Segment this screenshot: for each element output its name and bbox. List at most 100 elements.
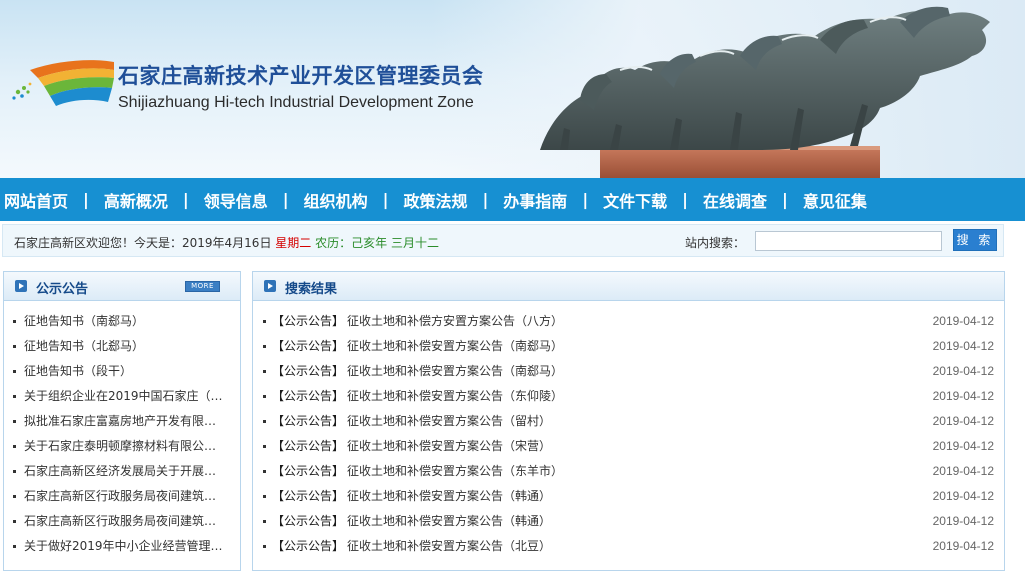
result-category: 【公示公告】 xyxy=(272,314,345,328)
result-row[interactable]: 【公示公告】 征收土地和补偿安置方案公告（韩通） 2019-04-12 xyxy=(253,513,1004,538)
bullet-icon xyxy=(13,495,16,498)
nav-separator: | xyxy=(682,190,689,209)
search-results-panel: 搜索结果 【公示公告】 征收土地和补偿方安置方案公告（八方） 2019-04-12 … xyxy=(252,271,1005,571)
site-subtitle: Shijiazhuang Hi-tech Industrial Developm… xyxy=(118,94,474,111)
list-item[interactable]: 征地告知书（南郄马） xyxy=(4,313,230,338)
lunar-date: 己亥年 三月十二 xyxy=(351,236,439,250)
site-title: 石家庄高新技术产业开发区管理委员会 xyxy=(118,64,484,88)
bullet-icon xyxy=(263,320,266,323)
nav-overview[interactable]: 高新概况 xyxy=(104,188,168,212)
result-row[interactable]: 【公示公告】 征收土地和补偿方安置方案公告（八方） 2019-04-12 xyxy=(253,313,1004,338)
list-item[interactable]: 石家庄高新区经济发展局关于开展… xyxy=(4,463,230,488)
list-item-label: 拟批准石家庄富嘉房地产开发有限… xyxy=(24,414,217,428)
nav-separator: | xyxy=(282,190,289,209)
result-title: 征收土地和补偿安置方案公告（宋营） xyxy=(347,439,552,453)
bullet-icon xyxy=(13,320,16,323)
site-logo[interactable] xyxy=(8,56,116,112)
nav-feedback[interactable]: 意见征集 xyxy=(803,188,867,212)
more-button[interactable]: MORE xyxy=(185,281,220,292)
list-item-label: 关于组织企业在2019中国石家庄（… xyxy=(24,389,223,403)
list-item[interactable]: 关于组织企业在2019中国石家庄（… xyxy=(4,388,230,413)
result-title: 征收土地和补偿安置方案公告（南郄马） xyxy=(347,339,564,353)
list-item[interactable]: 石家庄高新区行政服务局夜间建筑… xyxy=(4,513,230,538)
search-results-header: 搜索结果 xyxy=(253,272,1004,301)
result-category: 【公示公告】 xyxy=(272,389,345,403)
weekday-text: 星期二 xyxy=(275,236,312,250)
result-category: 【公示公告】 xyxy=(272,514,345,528)
result-category: 【公示公告】 xyxy=(272,489,345,503)
arrow-box-icon xyxy=(15,280,27,292)
list-item[interactable]: 关于做好2019年中小企业经营管理… xyxy=(4,538,230,563)
announcements-header: 公示公告 MORE xyxy=(4,272,240,301)
list-item[interactable]: 征地告知书（北郄马） xyxy=(4,338,230,363)
bullet-icon xyxy=(13,345,16,348)
announcements-list: 征地告知书（南郄马） 征地告知书（北郄马） 征地告知书（段干） 关于组织企业在2… xyxy=(4,301,240,563)
site-search-label: 站内搜索： xyxy=(685,236,746,250)
result-category: 【公示公告】 xyxy=(272,364,345,378)
result-date: 2019-04-12 xyxy=(932,514,994,528)
result-row[interactable]: 【公示公告】 征收土地和补偿安置方案公告（留村） 2019-04-12 xyxy=(253,413,1004,438)
result-row[interactable]: 【公示公告】 征收土地和补偿安置方案公告（韩通） 2019-04-12 xyxy=(253,488,1004,513)
bullet-icon xyxy=(263,470,266,473)
result-row[interactable]: 【公示公告】 征收土地和补偿安置方案公告（宋营） 2019-04-12 xyxy=(253,438,1004,463)
bullet-icon xyxy=(263,370,266,373)
result-row[interactable]: 【公示公告】 征收土地和补偿安置方案公告（南郄马） 2019-04-12 xyxy=(253,363,1004,388)
list-item-label: 征地告知书（段干） xyxy=(24,364,133,378)
bullet-icon xyxy=(263,420,266,423)
lunar-label: 农历： xyxy=(315,236,352,250)
site-search-input[interactable] xyxy=(755,231,942,251)
list-item-label: 石家庄高新区行政服务局夜间建筑… xyxy=(24,514,217,528)
list-item[interactable]: 征地告知书（段干） xyxy=(4,363,230,388)
nav-guide[interactable]: 办事指南 xyxy=(503,188,567,212)
bullet-icon xyxy=(13,395,16,398)
result-date: 2019-04-12 xyxy=(932,339,994,353)
result-category: 【公示公告】 xyxy=(272,339,345,353)
list-item-label: 征地告知书（北郄马） xyxy=(24,339,145,353)
bullet-icon xyxy=(13,520,16,523)
search-results-title: 搜索结果 xyxy=(285,282,338,297)
result-date: 2019-04-12 xyxy=(932,464,994,478)
date-text: 石家庄高新区欢迎您！今天是：2019年4月16日 xyxy=(14,236,272,250)
result-title: 征收土地和补偿安置方案公告（北豆） xyxy=(347,539,552,553)
list-item[interactable]: 关于石家庄泰明顿摩擦材料有限公… xyxy=(4,438,230,463)
list-item-label: 征地告知书（南郄马） xyxy=(24,314,145,328)
nav-survey[interactable]: 在线调查 xyxy=(703,188,767,212)
result-category: 【公示公告】 xyxy=(272,439,345,453)
search-results-list: 【公示公告】 征收土地和补偿方安置方案公告（八方） 2019-04-12 【公示公告… xyxy=(253,301,1004,563)
result-row[interactable]: 【公示公告】 征收土地和补偿安置方案公告（东羊市） 2019-04-12 xyxy=(253,463,1004,488)
nav-organization[interactable]: 组织机构 xyxy=(304,188,368,212)
nav-separator: | xyxy=(83,190,89,209)
result-date: 2019-04-12 xyxy=(932,314,994,328)
result-row[interactable]: 【公示公告】 征收土地和补偿安置方案公告（南郄马） 2019-04-12 xyxy=(253,338,1004,363)
result-date: 2019-04-12 xyxy=(932,389,994,403)
announcements-panel: 公示公告 MORE 征地告知书（南郄马） 征地告知书（北郄马） 征地告知书（段干… xyxy=(3,271,241,571)
main-nav: 网站首页 | 高新概况 | 领导信息 | 组织机构 | 政策法规 | 办事指南 … xyxy=(0,178,1025,221)
arrow-box-icon xyxy=(264,280,276,292)
nav-separator: | xyxy=(782,190,788,209)
search-button[interactable]: 搜 索 xyxy=(953,229,997,251)
result-date: 2019-04-12 xyxy=(932,364,994,378)
list-item-label: 石家庄高新区行政服务局夜间建筑… xyxy=(24,489,217,503)
result-row[interactable]: 【公示公告】 征收土地和补偿安置方案公告（东仰陵） 2019-04-12 xyxy=(253,388,1004,413)
welcome-text: 石家庄高新区欢迎您！今天是：2019年4月16日 星期二 农历：己亥年 三月十二 xyxy=(14,234,439,251)
nav-home[interactable]: 网站首页 xyxy=(4,188,68,212)
nav-leaders[interactable]: 领导信息 xyxy=(204,188,268,212)
list-item[interactable]: 拟批准石家庄富嘉房地产开发有限… xyxy=(4,413,230,438)
bullet-icon xyxy=(263,345,266,348)
result-date: 2019-04-12 xyxy=(932,539,994,553)
nav-policies[interactable]: 政策法规 xyxy=(403,188,467,212)
list-item[interactable]: 石家庄高新区行政服务局夜间建筑… xyxy=(4,488,230,513)
result-row[interactable]: 【公示公告】 征收土地和补偿安置方案公告（北豆） 2019-04-12 xyxy=(253,538,1004,563)
announcements-title: 公示公告 xyxy=(36,282,89,297)
bullet-icon xyxy=(13,470,16,473)
result-category: 【公示公告】 xyxy=(272,414,345,428)
result-title: 征收土地和补偿安置方案公告（韩通） xyxy=(347,514,552,528)
result-title: 征收土地和补偿安置方案公告（东羊市） xyxy=(347,464,564,478)
horse-sculpture-image xyxy=(540,6,990,178)
result-title: 征收土地和补偿安置方案公告（东仰陵） xyxy=(347,389,564,403)
nav-downloads[interactable]: 文件下载 xyxy=(603,188,667,212)
site-header: 石家庄高新技术产业开发区管理委员会 Shijiazhuang Hi-tech I… xyxy=(0,0,1025,178)
result-title: 征收土地和补偿安置方案公告（留村） xyxy=(347,414,552,428)
bullet-icon xyxy=(263,520,266,523)
nav-separator: | xyxy=(382,190,389,209)
